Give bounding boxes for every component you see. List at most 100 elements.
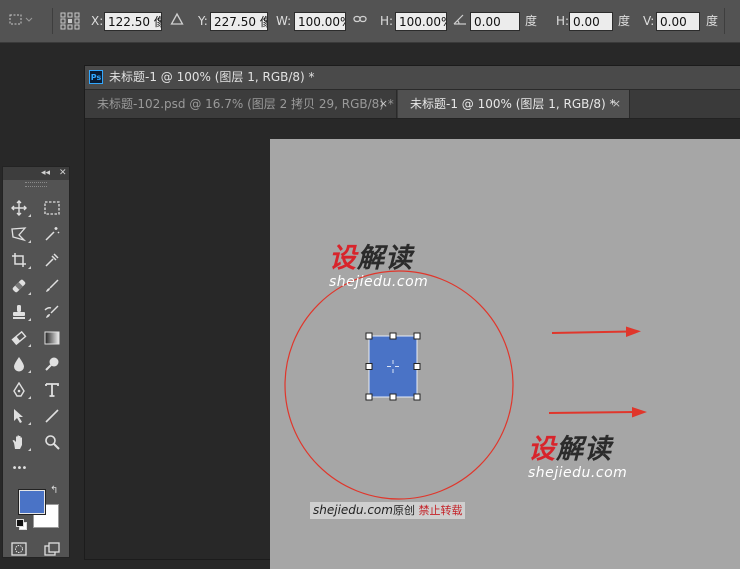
divider	[724, 8, 725, 34]
tab-label: 未标题-1 @ 100% (图层 1, RGB/8) *	[410, 97, 616, 111]
close-icon[interactable]: ×	[612, 90, 621, 118]
crop-tool[interactable]	[8, 250, 31, 270]
quick-mask-icon	[11, 542, 27, 556]
stamp-icon	[13, 305, 25, 319]
type-icon	[45, 383, 59, 397]
tab-document-1[interactable]: 未标题-1 @ 100% (图层 1, RGB/8) * ×	[398, 90, 630, 118]
close-icon[interactable]: ×	[379, 90, 388, 118]
hand-tool[interactable]	[8, 432, 31, 452]
eyedropper-icon	[45, 253, 59, 267]
x-field[interactable]: 122.50 像素	[104, 12, 162, 31]
brush-icon	[46, 279, 59, 292]
watermark-logo: 设解读 shejiedu.com	[329, 243, 449, 291]
clone-stamp-tool[interactable]	[8, 302, 31, 322]
screen-mode-button[interactable]	[41, 539, 63, 559]
y-field[interactable]: 227.50 像素	[210, 12, 268, 31]
hand-icon	[12, 435, 22, 449]
pen-tool[interactable]	[8, 380, 31, 400]
history-brush-tool[interactable]	[41, 302, 63, 322]
pasteboard: 设解读 shejiedu.com 设解读 shejiedu.com shejie…	[85, 119, 740, 569]
bandage-icon	[12, 279, 26, 293]
relative-position-icon[interactable]	[170, 12, 184, 32]
tab-label: 未标题-102.psd @ 16.7% (图层 2 拷贝 29, RGB/8) …	[97, 97, 394, 111]
eyedropper-tool[interactable]	[41, 250, 63, 270]
eraser-tool[interactable]	[8, 328, 31, 348]
document-window: Ps 未标题-1 @ 100% (图层 1, RGB/8) * 未标题-102.…	[84, 65, 740, 569]
move-icon	[11, 200, 27, 216]
zoom-tool[interactable]	[41, 432, 63, 452]
vskew-field[interactable]: 0.00	[656, 12, 700, 31]
hskew-label: H:	[556, 14, 570, 28]
vskew-label: V:	[643, 14, 655, 28]
y-label: Y:	[198, 14, 208, 28]
copyright-original: 原创	[392, 504, 415, 517]
transform-tool-preset-icon[interactable]	[8, 12, 34, 34]
copyright-notice: shejiedu.com原创 禁止转载	[310, 502, 466, 519]
close-panel-icon[interactable]: ✕	[59, 167, 67, 180]
selected-layer-shape[interactable]	[368, 335, 418, 398]
tab-document-102[interactable]: 未标题-102.psd @ 16.7% (图层 2 拷贝 29, RGB/8) …	[85, 90, 397, 118]
watermark-logo: 设解读 shejiedu.com	[528, 434, 648, 482]
gradient-tool[interactable]	[41, 328, 63, 348]
water-drop-icon	[14, 357, 24, 372]
window-title: 未标题-1 @ 100% (图层 1, RGB/8) *	[109, 70, 315, 84]
edit-toolbar-button[interactable]: •••	[8, 458, 30, 478]
document-titlebar[interactable]: Ps 未标题-1 @ 100% (图层 1, RGB/8) *	[85, 66, 740, 90]
line-icon	[45, 409, 59, 423]
angle-field[interactable]: 0.00	[470, 12, 520, 31]
height-field[interactable]: 100.00%	[395, 12, 447, 31]
width-field[interactable]: 100.00%	[294, 12, 346, 31]
dodge-icon	[45, 357, 59, 371]
hskew-unit: 度	[618, 14, 631, 28]
default-colors-icon[interactable]	[16, 519, 27, 530]
magic-wand-tool[interactable]	[41, 224, 63, 244]
type-tool[interactable]	[41, 380, 63, 400]
toolbox-header[interactable]: ◂◂ ✕	[3, 167, 69, 180]
healing-brush-tool[interactable]	[8, 276, 31, 296]
hskew-field[interactable]: 0.00	[569, 12, 613, 31]
pen-icon	[13, 382, 25, 397]
divider	[52, 8, 53, 34]
angle-unit: 度	[525, 14, 538, 28]
photoshop-logo-icon: Ps	[89, 70, 103, 84]
foreground-color-swatch[interactable]	[19, 490, 45, 514]
crop-icon	[12, 253, 26, 267]
line-tool[interactable]	[41, 406, 63, 426]
move-tool[interactable]	[8, 198, 31, 218]
screen-mode-icon	[44, 542, 60, 556]
w-label: W:	[276, 14, 292, 28]
copyright-site: shejiedu.com	[313, 503, 393, 517]
polygonal-lasso-icon	[11, 227, 27, 242]
watermark-logo-text: 设解读	[528, 434, 612, 465]
path-selection-tool[interactable]	[8, 406, 31, 426]
h-label: H:	[380, 14, 394, 28]
blur-tool[interactable]	[8, 354, 31, 374]
watermark-logo-text: 设解读	[329, 243, 413, 274]
x-label: X:	[91, 14, 104, 28]
history-brush-icon	[44, 305, 59, 318]
eraser-icon	[11, 330, 27, 346]
watermark-url: shejiedu.com	[528, 465, 628, 481]
arrow-top	[551, 326, 641, 337]
quick-mask-button[interactable]	[8, 539, 30, 559]
reference-point-icon[interactable]	[60, 12, 80, 36]
watermark-url: shejiedu.com	[329, 274, 429, 290]
link-icon[interactable]	[353, 12, 367, 32]
collapse-icon[interactable]: ◂◂	[41, 167, 50, 180]
arrow-bottom	[548, 407, 647, 418]
lasso-tool[interactable]	[8, 224, 31, 244]
magic-wand-icon	[45, 227, 60, 241]
panel-grip[interactable]	[25, 182, 47, 187]
document-tabs: 未标题-102.psd @ 16.7% (图层 2 拷贝 29, RGB/8) …	[85, 90, 740, 119]
dodge-tool[interactable]	[41, 354, 63, 374]
options-bar: X: 122.50 像素 Y: 227.50 像素 W: 100.00% H: …	[0, 0, 740, 43]
vskew-unit: 度	[706, 14, 719, 28]
swap-colors-icon[interactable]: ↰	[50, 485, 58, 496]
rectangle-marquee-icon	[44, 201, 60, 215]
rotate-angle-icon	[453, 12, 467, 32]
brush-tool[interactable]	[41, 276, 63, 296]
canvas[interactable]: 设解读 shejiedu.com 设解读 shejiedu.com shejie…	[270, 139, 740, 569]
marquee-tool[interactable]	[41, 198, 63, 218]
zoom-icon	[45, 435, 60, 450]
toolbox-panel: ◂◂ ✕ ••• ↰	[2, 166, 70, 558]
